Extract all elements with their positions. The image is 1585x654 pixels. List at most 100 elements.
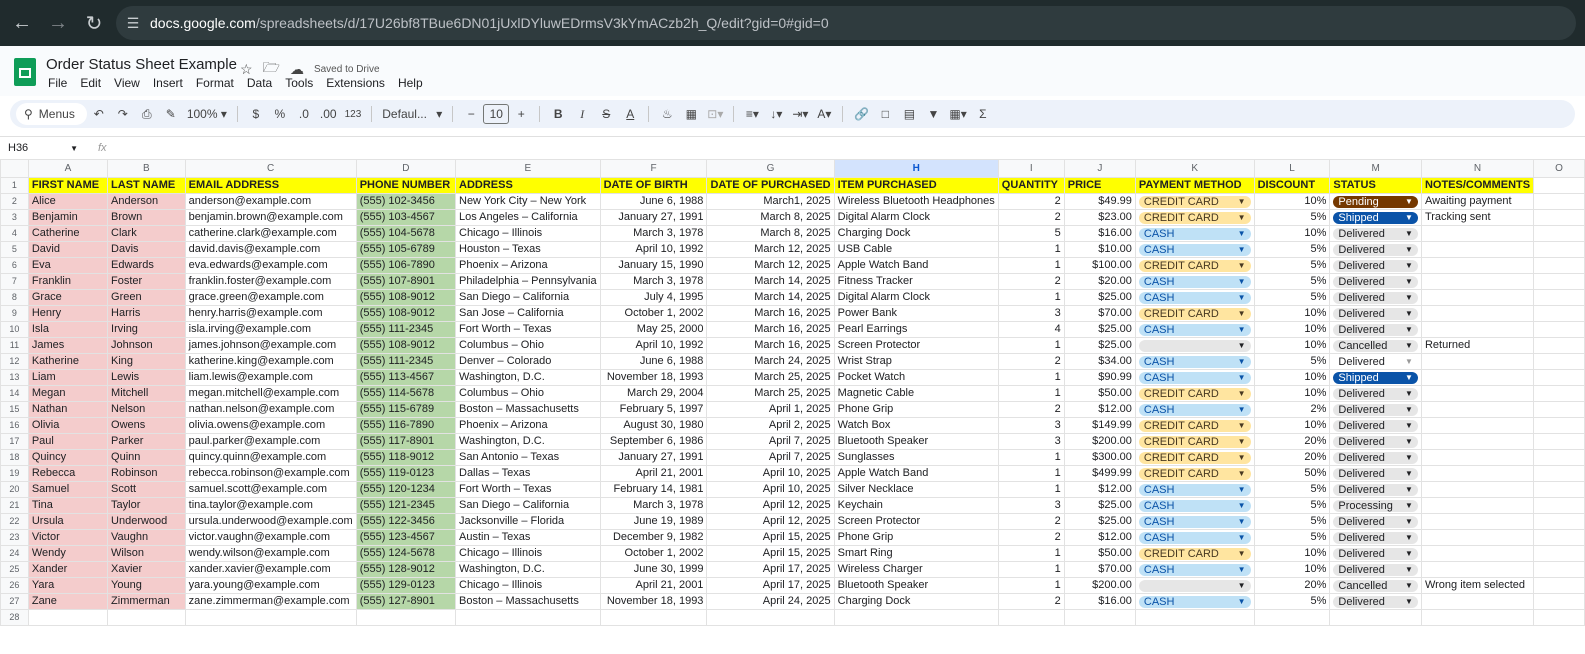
cell[interactable]: Henry (27, 305, 109, 322)
status-dropdown[interactable]: Delivered ▼ (1333, 595, 1418, 608)
cell[interactable]: (555) 119-0123 (355, 465, 457, 482)
cell[interactable]: Chicago – Illinois (455, 577, 601, 594)
cell[interactable]: $12.00 (1063, 401, 1136, 418)
status-dropdown[interactable]: Delivered ▼ (1333, 563, 1418, 576)
font-select[interactable]: Defaul... ▾ (382, 103, 442, 125)
payment-method-dropdown[interactable]: CREDIT CARD ▼ (1138, 419, 1251, 432)
empty-cell[interactable] (1533, 385, 1585, 402)
cell[interactable]: 3 (997, 305, 1065, 322)
cell[interactable]: San Jose – California (455, 305, 601, 322)
cell[interactable]: Ursula (27, 513, 109, 530)
cell[interactable]: (555) 117-8901 (355, 433, 457, 450)
cell[interactable]: Cancelled ▼ (1329, 337, 1422, 354)
cell[interactable]: Zane (27, 593, 109, 610)
cell[interactable]: Brown (107, 209, 186, 226)
cell[interactable]: Lewis (107, 369, 186, 386)
site-settings-icon[interactable]: ☰ (116, 15, 150, 32)
cell[interactable]: 10% (1253, 417, 1331, 434)
cell[interactable]: Samuel (27, 481, 109, 498)
cell[interactable]: 10% (1253, 225, 1331, 242)
cell[interactable]: 1 (997, 385, 1065, 402)
column-header-g[interactable]: G (706, 159, 835, 178)
cell[interactable]: March 3, 1978 (599, 497, 708, 514)
cell[interactable]: Grace (27, 289, 109, 306)
cell[interactable]: Davis (107, 241, 186, 258)
cell[interactable]: $16.00 (1063, 593, 1136, 610)
cell[interactable]: Washington, D.C. (455, 561, 601, 578)
cell[interactable]: April 2, 2025 (706, 417, 835, 434)
cell[interactable]: 2 (997, 273, 1065, 290)
menu-data[interactable]: Data (247, 76, 272, 90)
zoom-select[interactable]: 100% ▾ (187, 103, 227, 125)
cell[interactable]: 4 (997, 321, 1065, 338)
cell[interactable]: Pending ▼ (1329, 193, 1422, 210)
cell[interactable]: 5% (1253, 353, 1331, 370)
cell[interactable]: quincy.quinn@example.com (184, 449, 357, 466)
status-dropdown[interactable]: Pending ▼ (1333, 195, 1418, 208)
cell[interactable]: 3 (997, 417, 1065, 434)
cell[interactable]: CASH ▼ (1134, 481, 1255, 498)
cell[interactable]: King (107, 353, 186, 370)
header-cell[interactable]: PRICE (1063, 177, 1136, 194)
cell[interactable]: victor.vaughn@example.com (184, 529, 357, 546)
cell[interactable]: $25.00 (1063, 497, 1136, 514)
cell[interactable]: 10% (1253, 305, 1331, 322)
cell[interactable] (1420, 561, 1535, 578)
row-header[interactable]: 20 (0, 481, 29, 498)
increase-decimal-button[interactable]: .00 (320, 103, 337, 125)
cell[interactable]: Delivered ▼ (1329, 225, 1422, 242)
cell[interactable]: April 10, 2025 (706, 465, 835, 482)
cell[interactable]: xander.xavier@example.com (184, 561, 357, 578)
header-cell[interactable]: DATE OF PURCHASED (706, 177, 835, 194)
row-header[interactable]: 15 (0, 401, 29, 418)
status-dropdown[interactable]: Delivered ▼ (1333, 387, 1418, 400)
cell[interactable]: Taylor (107, 497, 186, 514)
cell[interactable]: CASH ▼ (1134, 369, 1255, 386)
cell[interactable]: Jacksonville – Florida (455, 513, 601, 530)
cell[interactable] (1420, 273, 1535, 290)
column-header-k[interactable]: K (1134, 159, 1255, 178)
cell[interactable]: CASH ▼ (1134, 321, 1255, 338)
cell[interactable]: CREDIT CARD ▼ (1134, 449, 1255, 466)
cell[interactable]: CASH ▼ (1134, 353, 1255, 370)
payment-method-dropdown[interactable]: CASH ▼ (1138, 275, 1251, 288)
cell[interactable]: Houston – Texas (455, 241, 601, 258)
merge-cells-icon[interactable]: ⊡▾ (707, 103, 723, 125)
column-header-m[interactable]: M (1329, 159, 1422, 178)
cell[interactable]: Megan (27, 385, 109, 402)
cell[interactable]: Liam (27, 369, 109, 386)
empty-cell[interactable] (1420, 609, 1535, 626)
row-header[interactable]: 14 (0, 385, 29, 402)
payment-method-dropdown[interactable]: CASH ▼ (1138, 371, 1251, 384)
cell[interactable]: June 6, 1988 (599, 193, 708, 210)
cell[interactable]: April 1, 2025 (706, 401, 835, 418)
cell[interactable]: (555) 123-4567 (355, 529, 457, 546)
payment-method-dropdown[interactable]: CASH ▼ (1138, 243, 1251, 256)
menu-edit[interactable]: Edit (80, 76, 101, 90)
cell[interactable]: July 4, 1995 (599, 289, 708, 306)
cell[interactable]: April 10, 2025 (706, 481, 835, 498)
empty-cell[interactable] (1533, 529, 1585, 546)
cell[interactable] (1420, 385, 1535, 402)
cell[interactable]: Edwards (107, 257, 186, 274)
cell[interactable]: Franklin (27, 273, 109, 290)
column-header-h[interactable]: H (833, 159, 999, 178)
status-dropdown[interactable]: Cancelled ▼ (1333, 579, 1418, 592)
status-dropdown[interactable]: Shipped ▼ (1333, 371, 1418, 384)
empty-cell[interactable] (1533, 337, 1585, 354)
cell[interactable]: Quincy (27, 449, 109, 466)
cell[interactable]: CREDIT CARD ▼ (1134, 545, 1255, 562)
cell[interactable]: Sunglasses (833, 449, 999, 466)
bold-icon[interactable]: B (550, 103, 566, 125)
status-dropdown[interactable]: Delivered ▼ (1333, 419, 1418, 432)
cell[interactable]: 10% (1253, 369, 1331, 386)
cell[interactable]: December 9, 1982 (599, 529, 708, 546)
column-header-l[interactable]: L (1253, 159, 1331, 178)
cell[interactable]: Wrist Strap (833, 353, 999, 370)
cell[interactable]: Los Angeles – California (455, 209, 601, 226)
cell[interactable]: San Antonio – Texas (455, 449, 601, 466)
cell[interactable]: January 27, 1991 (599, 449, 708, 466)
cell[interactable]: 5% (1253, 497, 1331, 514)
cell[interactable]: Boston – Massachusetts (455, 593, 601, 610)
cell[interactable]: CASH ▼ (1134, 401, 1255, 418)
